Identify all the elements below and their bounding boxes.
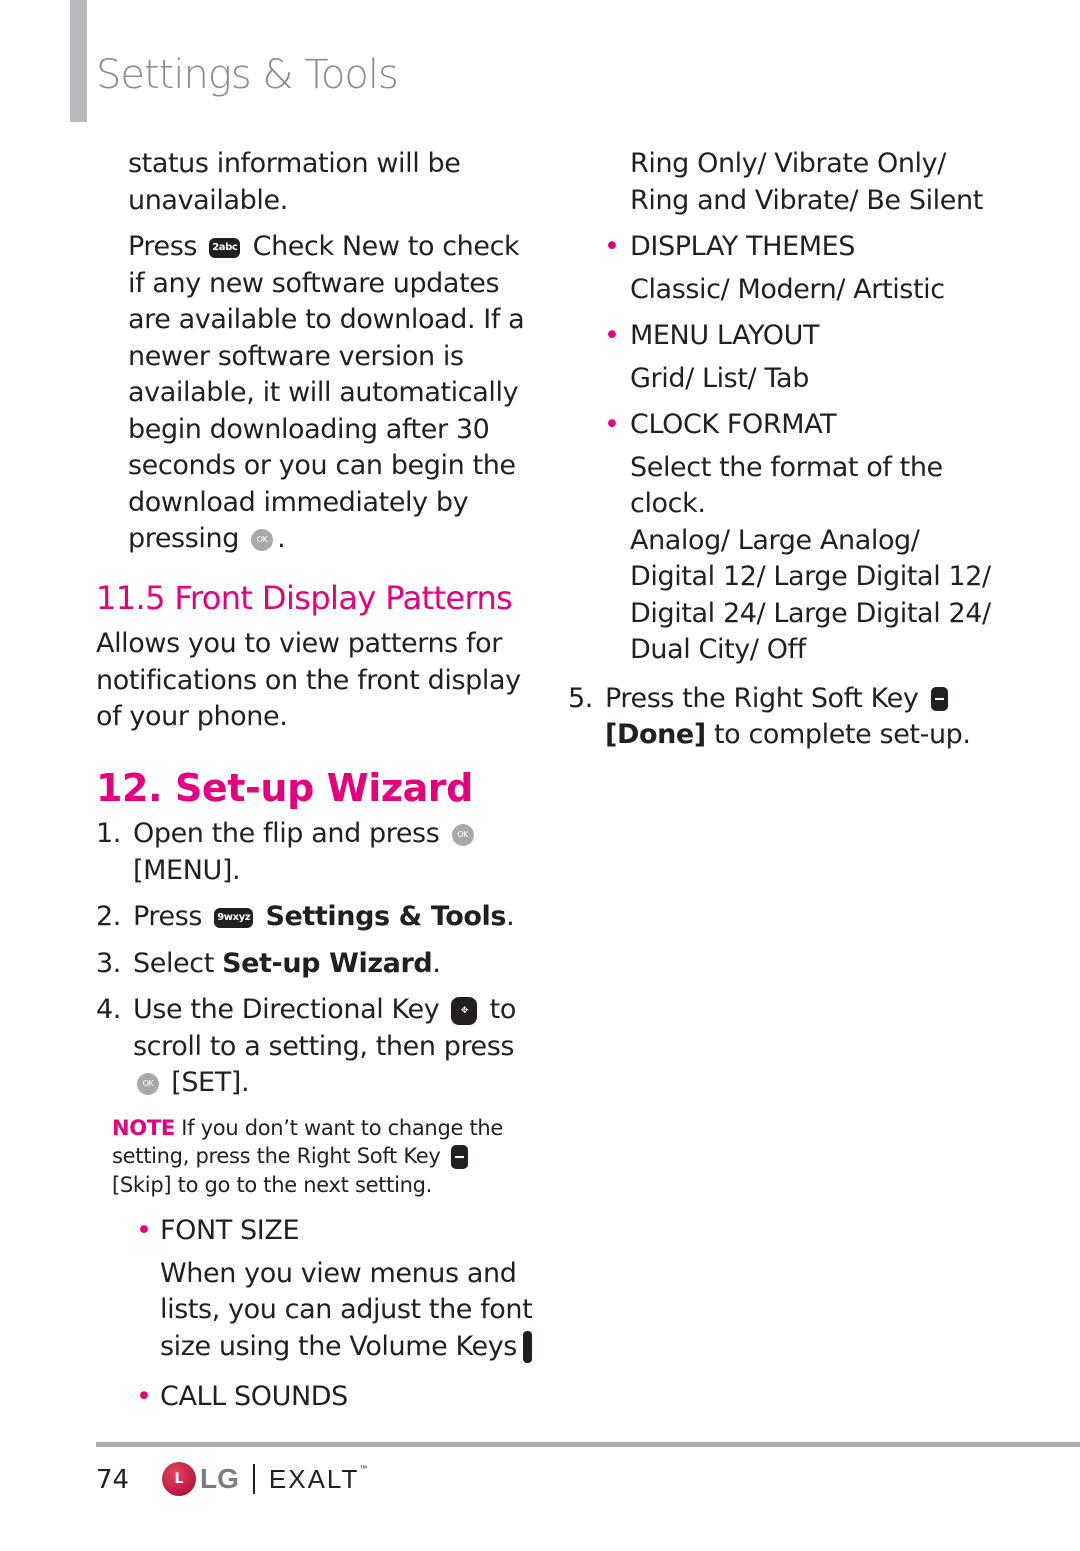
- ok-key-icon: OK: [137, 1072, 159, 1095]
- call-sounds-options: Ring Only/ Vibrate Only/ Ring and Vibrat…: [630, 148, 983, 216]
- product-name: EXALT™: [268, 1463, 370, 1494]
- section-heading-setup-wizard: 12. Set-up Wizard: [96, 765, 473, 810]
- note-label: NOTE: [112, 1115, 175, 1140]
- front-display-body: Allows you to view patterns for notifica…: [96, 628, 521, 732]
- bullet-clock-format: • CLOCK FORMAT: [568, 407, 1008, 444]
- font-size-desc: When you view menus and lists, you can a…: [160, 1257, 533, 1363]
- bullet-icon: •: [136, 1215, 152, 1246]
- menu-layout-desc: Grid/ List/ Tab: [630, 362, 809, 394]
- key-2abc-icon: 2abc: [209, 237, 241, 258]
- right-soft-key-icon: [450, 1145, 468, 1169]
- intro-text: status information will be unavailable.: [128, 148, 461, 216]
- key-9wxyz-icon: 9wxyz: [214, 907, 254, 928]
- right-column: Ring Only/ Vibrate Only/ Ring and Vibrat…: [568, 146, 1008, 754]
- note-box: NOTE If you don’t want to change the set…: [112, 1115, 504, 1197]
- directional-key-icon: ✥: [451, 996, 478, 1025]
- clock-format-options: Analog/ Large Analog/ Digital 12/ Large …: [630, 524, 991, 666]
- bullet-font-size: • FONT SIZE: [96, 1213, 536, 1250]
- clock-format-desc: Select the format of the clock.: [630, 451, 943, 520]
- brand-logo: L LG EXALT™: [162, 1462, 369, 1496]
- section-tab-marker: [70, 0, 87, 122]
- step-4: 4. Use the Directional Key ✥ to scroll t…: [96, 994, 516, 1098]
- bullet-display-themes: • DISPLAY THEMES: [568, 229, 1008, 266]
- lg-wordmark: LG: [200, 1463, 239, 1494]
- logo-separator: [252, 1464, 255, 1494]
- left-column: status information will be unavailable. …: [96, 146, 536, 1416]
- volume-keys-icon: [522, 1331, 532, 1363]
- lg-logo-icon: L: [162, 1462, 196, 1496]
- step-1: 1. Open the flip and press OK [MENU].: [96, 816, 536, 889]
- step-3: 3. Select Set-up Wizard.: [96, 947, 441, 979]
- ok-key-icon: OK: [451, 823, 474, 846]
- page-number: 74: [96, 1465, 130, 1495]
- step-2: 2. Press 9wxyz Settings & Tools.: [96, 901, 515, 932]
- bullet-icon: •: [136, 1381, 152, 1412]
- bullet-call-sounds: • CALL SOUNDS: [96, 1379, 536, 1416]
- check-new-paragraph: Press 2abc Check New to check if any new…: [128, 231, 525, 554]
- bullet-icon: •: [604, 320, 620, 351]
- section-heading-front-display: 11.5 Front Display Patterns: [96, 578, 513, 617]
- right-soft-key-icon: [930, 687, 948, 711]
- ok-key-icon: OK: [251, 528, 274, 551]
- footer-divider: [96, 1442, 1080, 1447]
- step-5: 5. Press the Right Soft Key [Done] to co…: [568, 682, 971, 751]
- display-themes-desc: Classic/ Modern/ Artistic: [630, 273, 945, 305]
- bullet-icon: •: [604, 409, 620, 440]
- bullet-menu-layout: • MENU LAYOUT: [568, 318, 1008, 355]
- page-title: Settings & Tools: [96, 52, 399, 98]
- bullet-icon: •: [604, 231, 620, 262]
